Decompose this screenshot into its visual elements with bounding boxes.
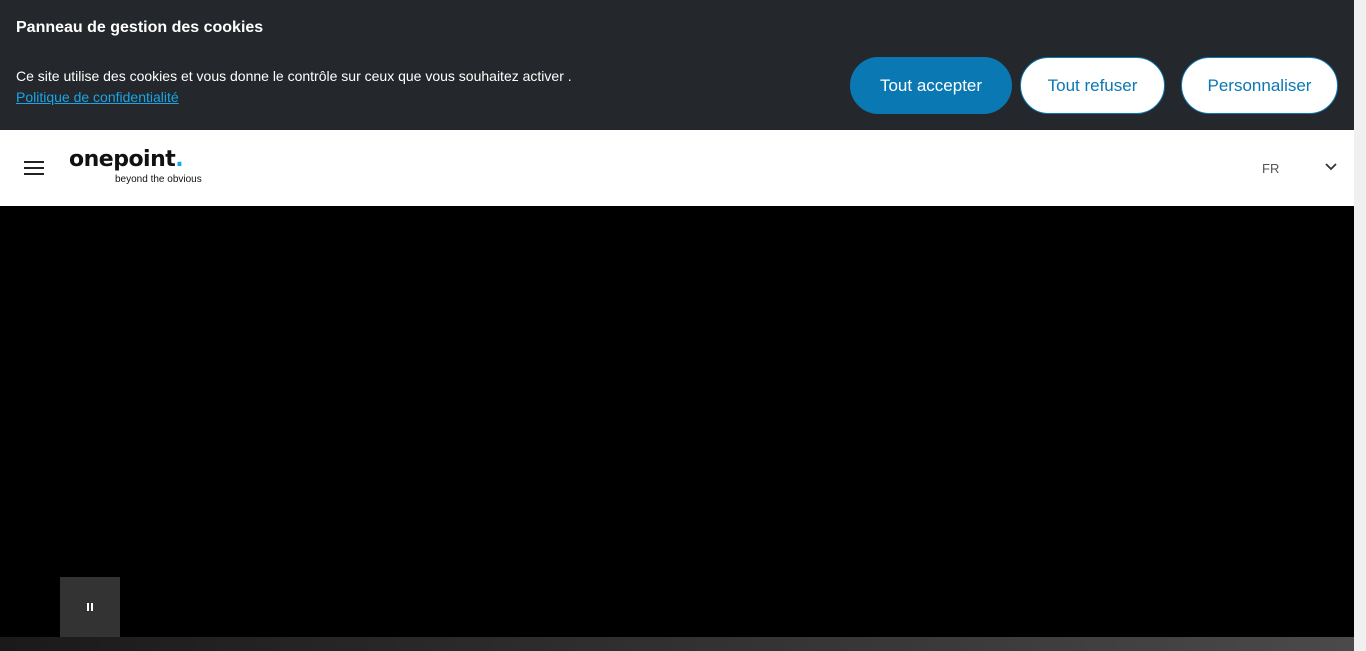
- logo-dot: .: [175, 147, 184, 172]
- refuse-all-button[interactable]: Tout refuser: [1020, 57, 1165, 114]
- hamburger-menu-icon[interactable]: [24, 161, 44, 175]
- accept-all-button[interactable]: Tout accepter: [850, 57, 1012, 114]
- content-below-video: [0, 637, 1354, 651]
- cookie-banner-title: Panneau de gestion des cookies: [16, 19, 264, 36]
- cookie-banner-description: Ce site utilise des cookies et vous donn…: [16, 68, 572, 84]
- logo-tagline: beyond the obvious: [115, 174, 202, 185]
- cookie-banner: Panneau de gestion des cookies Ce site u…: [0, 0, 1354, 130]
- chevron-down-icon: [1325, 163, 1337, 171]
- hero-video[interactable]: [0, 206, 1354, 637]
- pause-button[interactable]: [60, 577, 120, 637]
- logo-text: onepoint: [69, 147, 176, 172]
- site-header: onepoint. beyond the obvious FR: [0, 130, 1354, 206]
- onepoint-logo[interactable]: onepoint. beyond the obvious: [69, 148, 214, 188]
- cookie-banner-text-block: Ce site utilise des cookies et vous donn…: [16, 66, 572, 108]
- customize-button[interactable]: Personnaliser: [1181, 57, 1338, 114]
- logo-wordmark: onepoint.: [69, 148, 214, 172]
- language-label: FR: [1262, 161, 1280, 176]
- privacy-policy-link[interactable]: Politique de confidentialité: [16, 87, 572, 108]
- page-scrollbar[interactable]: [1354, 0, 1366, 651]
- pause-icon: [87, 603, 93, 611]
- language-selector[interactable]: FR: [1262, 158, 1342, 180]
